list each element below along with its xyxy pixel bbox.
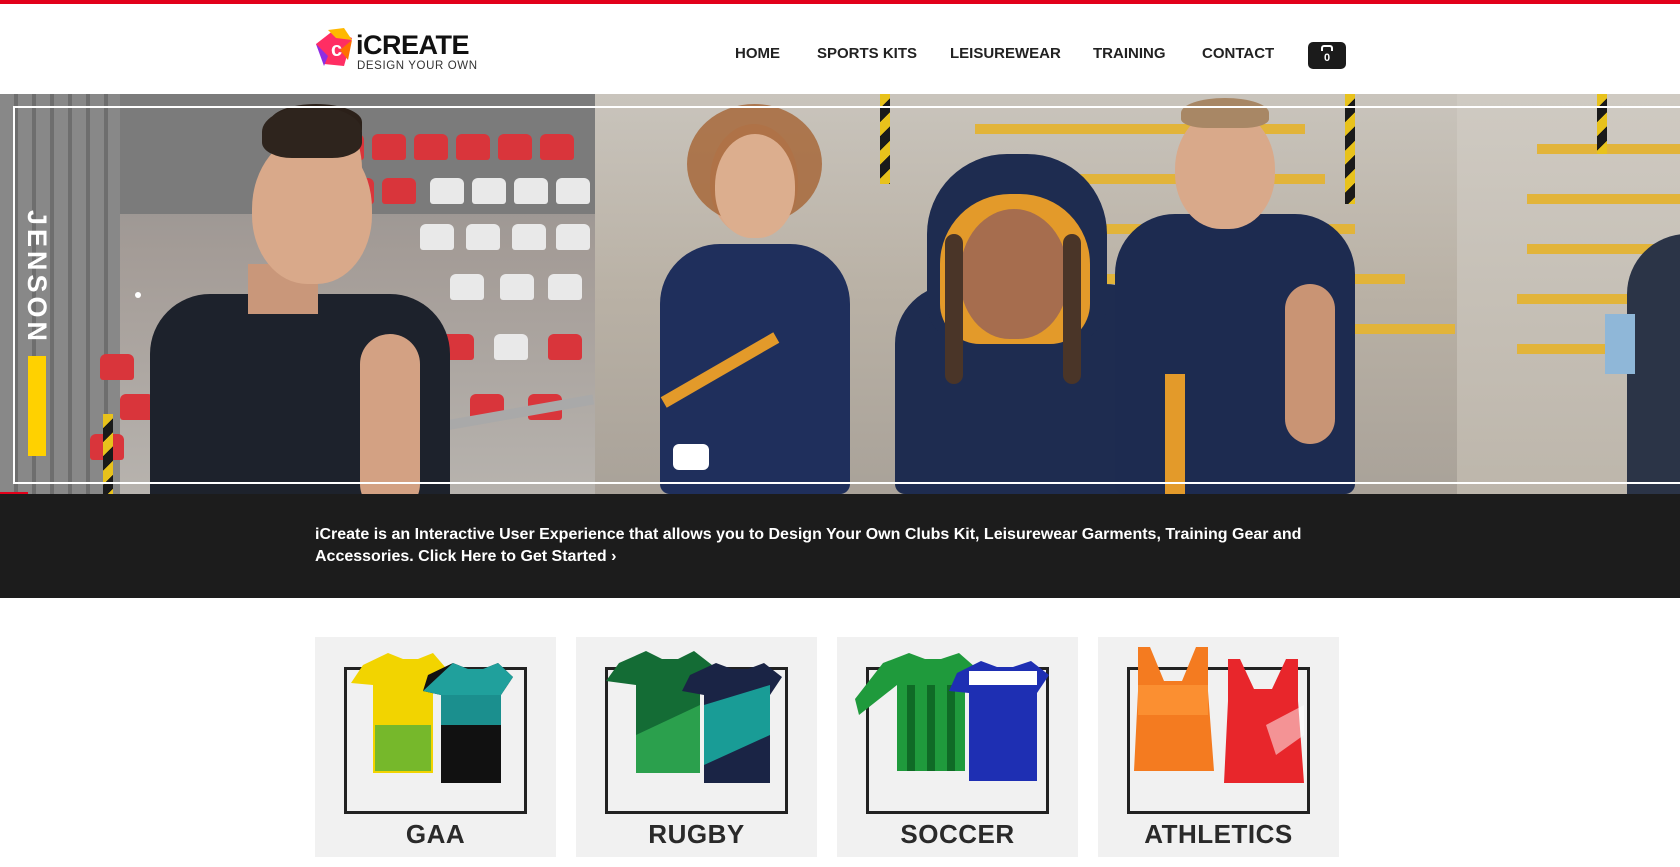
category-label: RUGBY (648, 819, 745, 849)
site-header: c iCREATE DESIGN YOUR OWN HOME SPORTS KI… (0, 4, 1680, 94)
intro-band: iCreate is an Interactive User Experienc… (0, 494, 1680, 598)
category-label: ATHLETICS (1144, 819, 1293, 849)
cart-button[interactable]: 0 (1308, 42, 1346, 69)
cart-count: 0 (1323, 52, 1331, 64)
nav-sports-kits[interactable]: SPORTS KITS (817, 45, 917, 62)
nav-leisurewear[interactable]: LEISUREWEAR (950, 45, 1061, 62)
category-label: SOCCER (900, 819, 1015, 849)
nav-training[interactable]: TRAINING (1093, 45, 1166, 62)
main-nav: HOME SPORTS KITS LEISUREWEAR TRAINING CO… (0, 45, 1680, 69)
hero-image-stadium (0, 94, 595, 494)
brand-accent-bar (28, 356, 46, 456)
rugby-jerseys-icon (606, 651, 782, 783)
hero-image-right (1457, 94, 1680, 494)
bag-icon (1321, 45, 1333, 51)
soccer-jerseys-icon (855, 653, 1049, 781)
athletics-vests-icon (1134, 647, 1304, 783)
category-grid: GAA RUGBY SOCCER ATHLETICS (0, 637, 1680, 867)
category-label: GAA (405, 819, 466, 849)
hero-image-models (595, 94, 1457, 494)
nav-contact[interactable]: CONTACT (1202, 45, 1274, 62)
category-card-gaa[interactable]: GAA (315, 637, 556, 857)
decor-dot (135, 292, 141, 298)
brand-vertical-label: JENSON (22, 210, 52, 346)
category-card-soccer[interactable]: SOCCER (837, 637, 1078, 857)
category-card-rugby[interactable]: RUGBY (576, 637, 817, 857)
nav-home[interactable]: HOME (735, 45, 780, 62)
category-card-athletics[interactable]: ATHLETICS (1098, 637, 1339, 857)
gaa-jerseys-icon (351, 653, 513, 783)
hero-slider[interactable]: JENSON (0, 94, 1680, 494)
get-started-link[interactable]: iCreate is an Interactive User Experienc… (315, 524, 1315, 568)
